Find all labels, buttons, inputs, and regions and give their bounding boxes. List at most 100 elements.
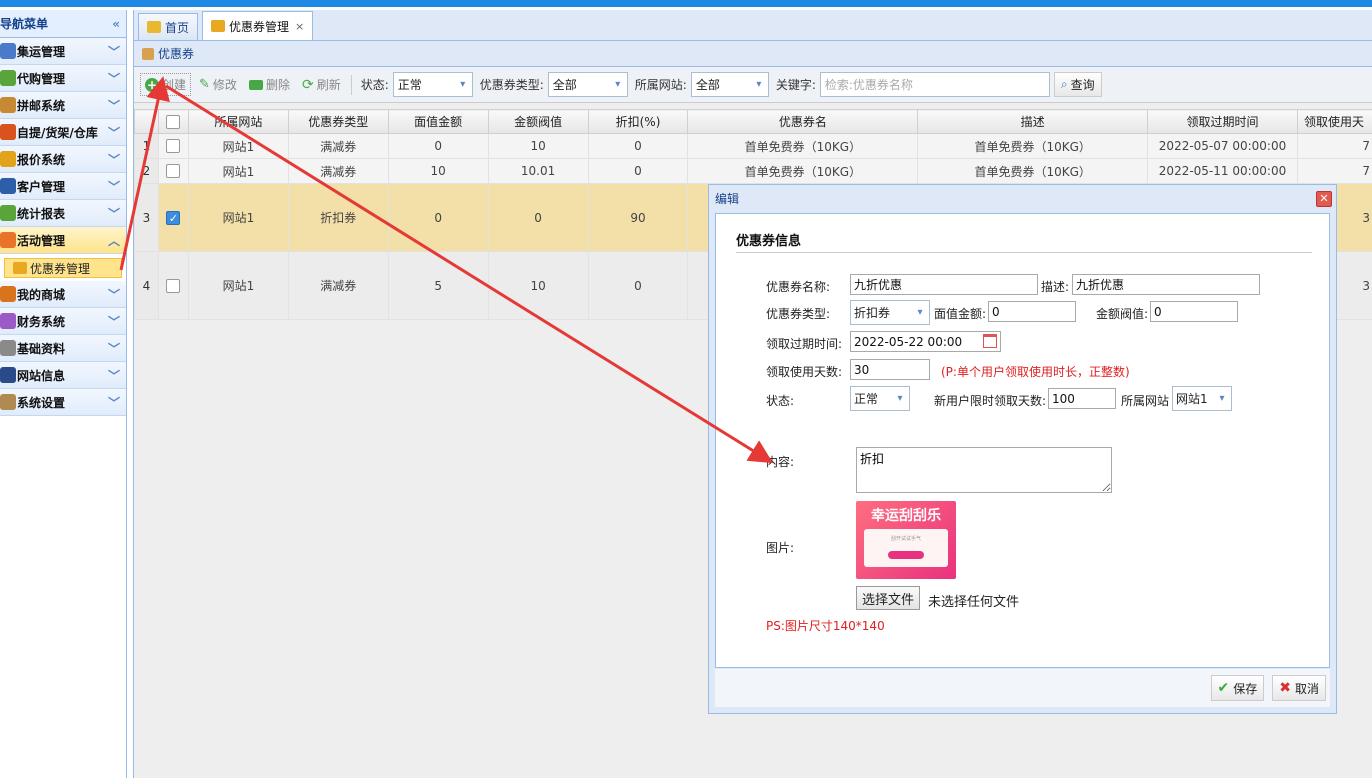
row-checkbox[interactable]: ✓ xyxy=(157,183,189,252)
table-row[interactable]: 2 网站1 满减券 10 10.01 0 首单免费券（10KG） 首单免费券（10KG） 202… xyxy=(134,158,1372,184)
row-checkbox[interactable] xyxy=(157,133,189,159)
save-button[interactable]: ✔ 保存 xyxy=(1210,675,1265,701)
table-cell: 折扣券 xyxy=(287,183,389,252)
sidebar-item[interactable]: 自提/货架/仓库 ﹀ xyxy=(0,119,126,146)
column-header[interactable]: 所属网站 xyxy=(187,109,289,134)
status-filter-select[interactable]: 正常 ▾ xyxy=(392,72,473,97)
content-textarea[interactable] xyxy=(856,447,1112,493)
chevron-down-icon[interactable]: ﹀ xyxy=(108,394,120,411)
expire-date-input[interactable]: 2022-05-22 00:00 xyxy=(850,331,1001,352)
chevron-down-icon[interactable]: ﹀ xyxy=(108,151,120,168)
sidebar-item[interactable]: 网站信息 ﹀ xyxy=(0,362,126,389)
table-cell: 7 xyxy=(1296,133,1372,159)
chevron-down-icon[interactable]: ﹀ xyxy=(108,178,120,195)
coupon-type-select[interactable]: 折扣券 ▾ xyxy=(850,300,930,325)
collapse-sidebar-icon[interactable]: « xyxy=(112,17,120,31)
choose-file-button[interactable]: 选择文件 xyxy=(856,586,921,610)
table-cell: 首单免费券（10KG） xyxy=(917,158,1149,184)
close-tab-icon[interactable]: × xyxy=(295,20,304,33)
sidebar-item-labelwrap: 报价系统 xyxy=(0,151,65,168)
sidebar-item[interactable]: 客户管理 ﹀ xyxy=(0,173,126,200)
ball-icon xyxy=(0,124,16,140)
sidebar-item-labelwrap: 自提/货架/仓库 xyxy=(0,124,98,141)
sidebar-item[interactable]: 统计报表 ﹀ xyxy=(0,200,126,227)
image-title: 幸运刮刮乐 xyxy=(871,508,941,524)
sidebar-item[interactable]: 报价系统 ﹀ xyxy=(0,146,126,173)
sidebar-item[interactable]: 集运管理 ﹀ xyxy=(0,38,126,65)
chevron-down-icon[interactable]: ﹀ xyxy=(108,97,120,114)
row-checkbox[interactable] xyxy=(157,158,189,184)
cancel-button[interactable]: ✖ 取消 xyxy=(1272,675,1326,701)
site-select[interactable]: 网站1 ▾ xyxy=(1172,386,1232,411)
description-input[interactable]: 九折优惠 xyxy=(1072,274,1260,295)
sidebar-item[interactable]: 财务系统 ﹀ xyxy=(0,308,126,335)
row-checkbox[interactable] xyxy=(157,251,189,320)
sidebar-item[interactable]: 我的商城 ﹀ xyxy=(0,281,126,308)
tab-label: 优惠券管理 xyxy=(229,19,290,34)
sidebar-item[interactable]: 代购管理 ﹀ xyxy=(0,65,126,92)
keyword-search-input[interactable]: 检索:优惠券名称 xyxy=(819,72,1050,97)
column-header[interactable]: 面值金额 xyxy=(387,109,489,134)
sidebar-item-labelwrap: 统计报表 xyxy=(0,205,65,222)
font-icon xyxy=(0,367,16,383)
top-accent-bar xyxy=(0,0,1372,7)
face-value-input[interactable]: 0 xyxy=(988,301,1076,322)
delete-button[interactable]: 删除 xyxy=(245,74,294,95)
type-filter-select[interactable]: 全部 ▾ xyxy=(547,72,628,97)
column-header[interactable]: 领取过期时间 xyxy=(1147,109,1298,134)
new-user-days-value: 100 xyxy=(1052,391,1075,406)
sidebar-item-labelwrap: 基础资料 xyxy=(0,340,65,357)
chevron-down-icon[interactable]: ﹀ xyxy=(108,286,120,303)
chevron-down-icon[interactable]: ﹀ xyxy=(108,367,120,384)
expire-date-value: 2022-05-22 00:00 xyxy=(854,334,963,349)
column-header[interactable]: 领取使用天 xyxy=(1296,109,1372,134)
type-label: 优惠券类型: xyxy=(766,307,831,321)
create-button[interactable]: + 创建 xyxy=(140,73,192,96)
chevron-down-icon[interactable]: ﹀ xyxy=(108,313,120,330)
column-header[interactable]: 优惠券名 xyxy=(687,109,919,134)
name-label: 优惠券名称: xyxy=(766,280,831,294)
sidebar-item-label: 自提/货架/仓库 xyxy=(17,125,98,140)
sidebar: 导航菜单 « 集运管理 ﹀ 代购管理 ﹀ 拼邮系统 ﹀ 自提/货架/仓库 ﹀ 报价系统 ﹀ 客户管理… xyxy=(0,10,127,778)
chevron-down-icon[interactable]: ﹀ xyxy=(108,205,120,222)
column-header[interactable]: 优惠券类型 xyxy=(287,109,389,134)
chevron-down-icon[interactable]: ﹀ xyxy=(108,43,120,60)
sidebar-subitem-coupon[interactable]: 优惠券管理 xyxy=(4,258,122,278)
coupon-name-input[interactable]: 九折优惠 xyxy=(850,274,1038,295)
column-header[interactable]: 描述 xyxy=(917,109,1149,134)
status-select[interactable]: 正常 ▾ xyxy=(850,386,910,411)
keyword-placeholder: 检索:优惠券名称 xyxy=(824,78,913,92)
calendar-icon[interactable] xyxy=(983,334,997,348)
tab-coupon-management[interactable]: 优惠券管理 × xyxy=(202,11,314,40)
dialog-title-bar[interactable]: 编辑 ✕ xyxy=(709,185,1336,212)
file-status: 未选择任何文件 xyxy=(928,595,1020,610)
select-all-checkbox[interactable] xyxy=(157,109,189,134)
table-row[interactable]: 1 网站1 满减券 0 10 0 首单免费券（10KG） 首单免费券（10KG） 2022-05… xyxy=(134,133,1372,159)
box-icon xyxy=(0,97,16,113)
chevron-down-icon[interactable]: ﹀ xyxy=(108,70,120,87)
column-header[interactable]: 金额阀值 xyxy=(487,109,589,134)
chevron-down-icon[interactable]: ﹀ xyxy=(108,340,120,357)
checkmark-icon: ✔ xyxy=(1217,680,1230,696)
threshold-input[interactable]: 0 xyxy=(1150,301,1238,322)
sidebar-item-label: 拼邮系统 xyxy=(17,98,66,113)
site-filter-select[interactable]: 全部 ▾ xyxy=(690,72,769,97)
chevron-down-icon[interactable]: ﹀ xyxy=(108,124,120,141)
sidebar-item-labelwrap: 系统设置 xyxy=(0,394,65,411)
chevron-up-icon[interactable]: ︿ xyxy=(108,232,120,249)
use-days-input[interactable]: 30 xyxy=(850,359,930,380)
edit-button[interactable]: ✎ 修改 xyxy=(195,74,241,95)
home-icon xyxy=(147,21,161,33)
sidebar-item[interactable]: 系统设置 ﹀ xyxy=(0,389,126,416)
query-button[interactable]: ⌕ 查询 xyxy=(1053,72,1102,97)
close-icon[interactable]: ✕ xyxy=(1316,190,1332,207)
image-size-hint: PS:图片尺寸140*140 xyxy=(766,619,885,633)
sidebar-item[interactable]: 基础资料 ﹀ xyxy=(0,335,126,362)
sidebar-item[interactable]: 拼邮系统 ﹀ xyxy=(0,92,126,119)
sidebar-item-label: 基础资料 xyxy=(17,341,66,356)
new-user-days-input[interactable]: 100 xyxy=(1048,388,1116,409)
refresh-button[interactable]: ⟳ 刷新 xyxy=(298,74,345,95)
column-header[interactable]: 折扣(%) xyxy=(587,109,689,134)
tab-home[interactable]: 首页 xyxy=(138,13,199,40)
sidebar-item[interactable]: 活动管理 ︿ xyxy=(0,227,126,254)
